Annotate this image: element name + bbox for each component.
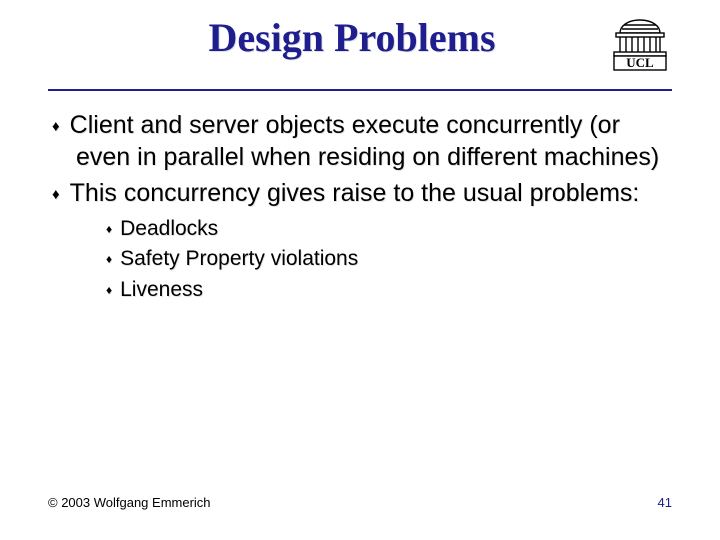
content-area: Client and server objects execute concur… <box>48 109 672 304</box>
title-underline <box>48 89 672 91</box>
bullet-text: Deadlocks <box>120 217 218 240</box>
ucl-logo: UCL <box>608 18 672 77</box>
footer-copyright: © 2003 Wolfgang Emmerich <box>48 495 211 510</box>
list-item: Liveness <box>106 276 668 304</box>
bullet-text: This concurrency gives raise to the usua… <box>70 179 640 207</box>
bullet-text: Safety Property violations <box>120 247 358 270</box>
bullet-text: Client and server objects execute concur… <box>70 111 660 171</box>
logo-text: UCL <box>626 55 654 70</box>
sub-bullet-list: Deadlocks Safety Property violations Liv… <box>76 215 668 304</box>
list-item: This concurrency gives raise to the usua… <box>52 177 668 304</box>
list-item: Client and server objects execute concur… <box>52 109 668 173</box>
building-icon: UCL <box>608 18 672 72</box>
list-item: Safety Property violations <box>106 245 668 273</box>
bullet-text: Liveness <box>120 278 203 301</box>
slide-title: Design Problems <box>48 14 596 61</box>
bullet-list: Client and server objects execute concur… <box>52 109 668 304</box>
list-item: Deadlocks <box>106 215 668 243</box>
page-number: 41 <box>658 495 672 510</box>
title-row: Design Problems <box>48 14 672 77</box>
slide: Design Problems <box>0 0 720 540</box>
